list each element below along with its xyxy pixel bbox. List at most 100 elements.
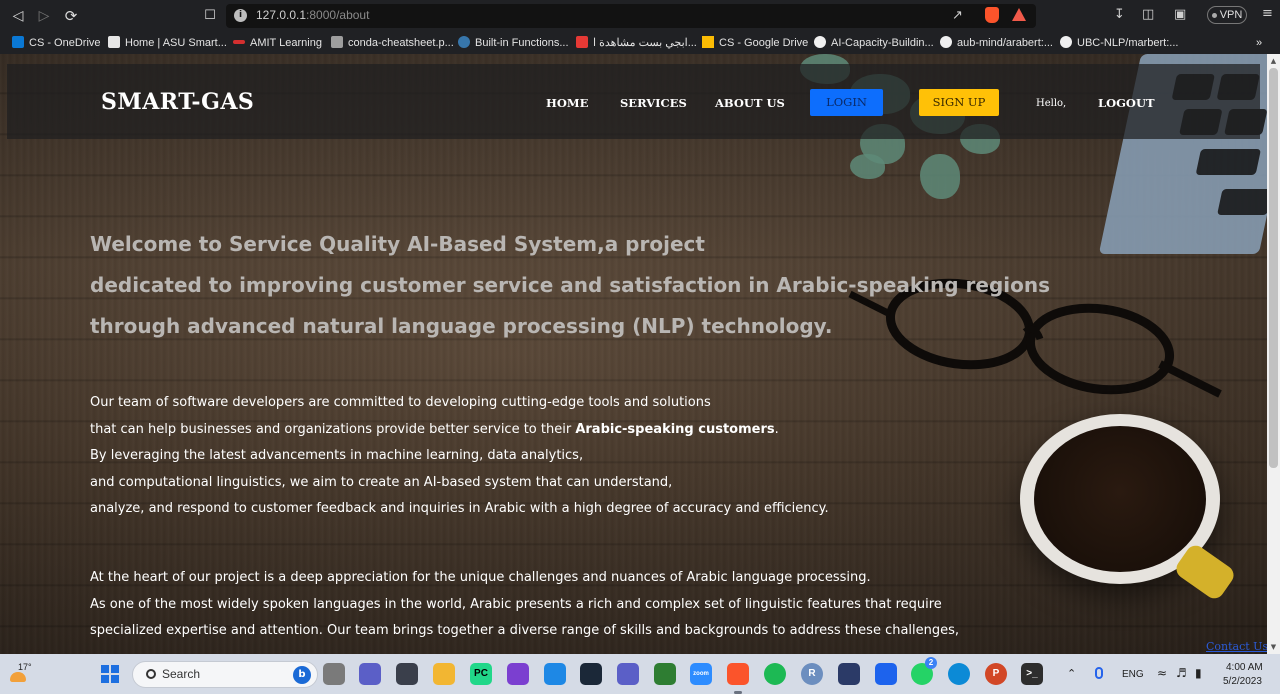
- headline-line: Welcome to Service Quality AI-Based Syst…: [90, 232, 705, 256]
- mission-paragraph: At the heart of our project is a deep ap…: [90, 565, 959, 645]
- mathworks-icon[interactable]: [838, 663, 860, 685]
- paragraph-line: At the heart of our project is a deep ap…: [90, 570, 871, 585]
- camtasia-icon[interactable]: [654, 663, 676, 685]
- powerpoint-icon[interactable]: P: [985, 663, 1007, 685]
- document-icon: [331, 36, 343, 48]
- battery-icon[interactable]: ▮: [1195, 666, 1202, 680]
- chat-icon[interactable]: [359, 663, 381, 685]
- page-scrollbar[interactable]: ▲ ▼: [1267, 54, 1280, 654]
- share-icon[interactable]: ↗: [952, 8, 963, 24]
- volume-icon[interactable]: ♬: [1176, 666, 1187, 680]
- paragraph-line: and computational linguistics, we aim to…: [90, 474, 673, 490]
- address-bar[interactable]: i 127.0.0.1:8000/about ↗: [226, 4, 1036, 28]
- wallet-icon[interactable]: ▣: [1174, 7, 1186, 23]
- terminal-icon[interactable]: >_: [1021, 663, 1043, 685]
- sidebar-icon[interactable]: ◫: [1142, 7, 1154, 23]
- bookmark-item[interactable]: AI-Capacity-Buildin...: [814, 35, 934, 51]
- teams-icon[interactable]: [617, 663, 639, 685]
- pycharm-icon[interactable]: PC: [470, 663, 492, 685]
- scrollbar-thumb[interactable]: [1269, 68, 1278, 468]
- bookmark-item[interactable]: Built-in Functions...: [458, 35, 569, 51]
- weather-widget[interactable]: 17°: [8, 660, 34, 688]
- forward-icon[interactable]: ▷: [34, 6, 54, 26]
- nav-home[interactable]: HOME: [546, 96, 588, 110]
- start-button[interactable]: [101, 665, 119, 683]
- vpn-status-dot: [1211, 12, 1217, 18]
- nav-services[interactable]: SERVICES: [620, 96, 687, 110]
- clock-time[interactable]: 4:00 AM: [1226, 662, 1263, 673]
- bookmark-item[interactable]: AMIT Learning: [233, 35, 322, 51]
- vpn-button[interactable]: VPN: [1207, 6, 1247, 24]
- page-headline: Welcome to Service Quality AI-Based Syst…: [90, 224, 1050, 347]
- contact-us-link[interactable]: Contact Us: [1206, 640, 1267, 653]
- login-button[interactable]: LOGIN: [810, 89, 883, 116]
- taskbar-search[interactable]: Search b: [132, 661, 318, 688]
- input-language[interactable]: ENG: [1122, 669, 1144, 680]
- logout-link[interactable]: LOGOUT: [1098, 96, 1155, 110]
- whatsapp-icon[interactable]: 2: [911, 657, 937, 685]
- windows-taskbar: 17° Search b PC zoom R 2 P >_ ⌃ ENG ≈ ♬ …: [0, 654, 1280, 694]
- python-icon: [458, 36, 470, 48]
- widgets-icon[interactable]: [396, 663, 418, 685]
- steam-icon[interactable]: [580, 663, 602, 685]
- reload-icon[interactable]: ⟳: [61, 6, 81, 26]
- paragraph-line: analyze, and respond to customer feedbac…: [90, 501, 829, 517]
- bookmark-item[interactable]: CS - OneDrive: [12, 35, 101, 51]
- more-bookmarks-icon[interactable]: »: [1256, 35, 1262, 51]
- github-icon: [814, 36, 826, 48]
- paragraph-line: that can help businesses and organizatio…: [90, 421, 779, 437]
- paragraph-line: By leveraging the latest advancements in…: [90, 448, 584, 464]
- bookmark-item[interactable]: UBC-NLP/marbert:...: [1060, 35, 1178, 51]
- page-content: SMART-GAS HOME SERVICES ABOUT US LOGIN S…: [0, 54, 1267, 654]
- browser-toolbar: ◁ ▷ ⟳ ☐ i 127.0.0.1:8000/about ↗ ↧ ◫ ▣ V…: [0, 0, 1280, 32]
- vscode-icon[interactable]: [544, 663, 566, 685]
- brave-icon[interactable]: [727, 663, 749, 685]
- site-info-icon[interactable]: i: [234, 9, 247, 22]
- notification-badge: 2: [925, 657, 937, 669]
- brave-rewards-icon[interactable]: [1012, 8, 1026, 21]
- brave-shields-icon[interactable]: [985, 7, 999, 23]
- site-icon: [576, 36, 588, 48]
- emphasis-text: Arabic-speaking customers: [575, 421, 775, 437]
- microphone-icon[interactable]: [1095, 667, 1103, 679]
- tray-expand-icon[interactable]: ⌃: [1067, 667, 1076, 680]
- bookmark-item[interactable]: Home | ASU Smart...: [108, 35, 227, 51]
- bing-icon: b: [293, 666, 311, 684]
- vpn-label: VPN: [1219, 9, 1243, 21]
- search-icon: [146, 669, 156, 679]
- back-icon[interactable]: ◁: [8, 6, 28, 26]
- bookmark-item[interactable]: conda-cheatsheet.p...: [331, 35, 454, 51]
- url-text[interactable]: 127.0.0.1:8000/about: [256, 8, 369, 22]
- wifi-icon[interactable]: ≈: [1157, 666, 1167, 680]
- signup-button[interactable]: SIGN UP: [919, 89, 999, 116]
- site-brand[interactable]: SMART-GAS: [101, 89, 254, 115]
- nav-about[interactable]: ABOUT US: [715, 96, 785, 110]
- scroll-up-icon[interactable]: ▲: [1269, 56, 1278, 66]
- user-greeting: Hello,: [1036, 98, 1067, 109]
- visual-studio-icon[interactable]: [507, 663, 529, 685]
- edge-icon[interactable]: [948, 663, 970, 685]
- docker-icon[interactable]: [875, 663, 897, 685]
- spotify-icon[interactable]: [764, 663, 786, 685]
- clock-date[interactable]: 5/2/2023: [1223, 676, 1262, 687]
- menu-icon[interactable]: ≡: [1262, 6, 1273, 22]
- bookmark-item[interactable]: CS - Google Drive: [702, 35, 808, 51]
- amit-icon: [233, 40, 245, 44]
- site-navbar: SMART-GAS HOME SERVICES ABOUT US LOGIN S…: [7, 64, 1260, 139]
- bookmark-item[interactable]: ابجي بست مشاهدة ا...: [576, 35, 697, 51]
- r-icon[interactable]: R: [801, 663, 823, 685]
- task-view-icon[interactable]: [323, 663, 345, 685]
- intro-paragraph: Our team of software developers are comm…: [90, 390, 829, 523]
- file-explorer-icon[interactable]: [433, 663, 455, 685]
- headline-line: through advanced natural language proces…: [90, 314, 833, 338]
- downloads-icon[interactable]: ↧: [1114, 7, 1125, 23]
- scroll-down-icon[interactable]: ▼: [1269, 642, 1278, 652]
- bookmarks-bar: CS - OneDrive Home | ASU Smart... AMIT L…: [0, 32, 1280, 54]
- google-drive-icon: [702, 36, 714, 48]
- weather-icon: [10, 672, 26, 682]
- github-icon: [940, 36, 952, 48]
- bookmark-item[interactable]: aub-mind/arabert:...: [940, 35, 1053, 51]
- bookmark-page-icon[interactable]: ☐: [200, 6, 220, 26]
- onedrive-icon: [12, 36, 24, 48]
- zoom-icon[interactable]: zoom: [690, 663, 712, 685]
